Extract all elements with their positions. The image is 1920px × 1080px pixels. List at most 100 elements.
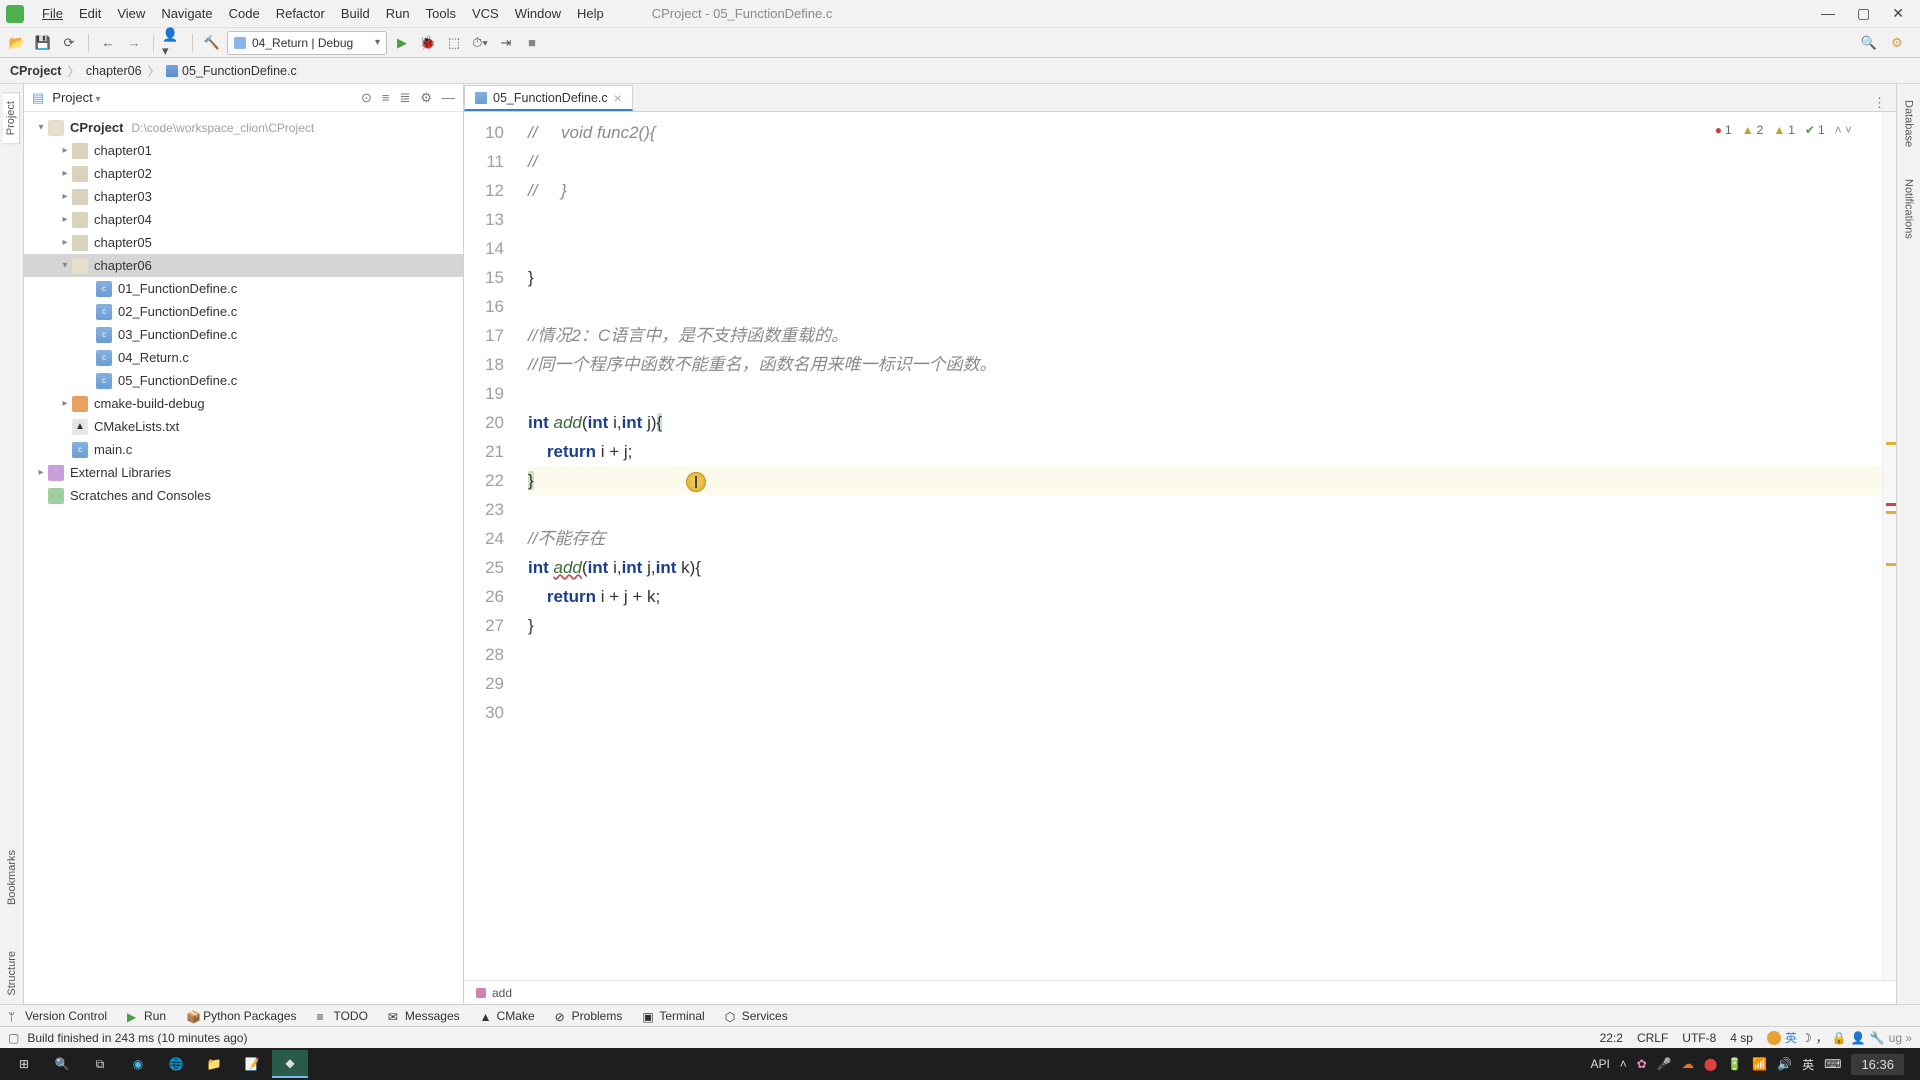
gutter[interactable]: 1011121314151617181920212223242526272829… <box>464 112 518 980</box>
crumb-file[interactable]: 05_FunctionDefine.c <box>166 64 297 78</box>
project-view-selector[interactable]: Project <box>52 90 100 105</box>
coverage-icon[interactable]: ⬚ <box>443 32 465 54</box>
attach-icon[interactable]: ⇥ <box>495 32 517 54</box>
open-icon[interactable]: 📂 <box>6 32 28 54</box>
menu-help[interactable]: Help <box>569 3 612 24</box>
menu-vcs[interactable]: VCS <box>464 3 507 24</box>
close-button[interactable]: ✕ <box>1892 5 1904 22</box>
bookmarks-tool-tab[interactable]: Bookmarks <box>4 842 20 913</box>
indent-setting[interactable]: 4 sp <box>1730 1031 1753 1045</box>
notifications-tool-tab[interactable]: Notifications <box>1901 171 1917 247</box>
explorer-icon[interactable]: 📁 <box>196 1050 232 1078</box>
menu-build[interactable]: Build <box>333 3 378 24</box>
editor-breadcrumb[interactable]: add <box>464 980 1896 1004</box>
select-opened-icon[interactable]: ⊙ <box>361 90 372 106</box>
search-icon[interactable]: 🔍 <box>1858 32 1880 54</box>
hide-icon[interactable]: — <box>442 90 455 106</box>
tray-cloud-icon[interactable]: ☁ <box>1682 1057 1694 1071</box>
clion-icon[interactable]: ◆ <box>272 1050 308 1078</box>
tray-battery-icon[interactable]: 🔋 <box>1727 1057 1742 1071</box>
minimize-button[interactable]: — <box>1821 5 1835 22</box>
run-button[interactable]: ▶ <box>391 32 413 54</box>
project-tree[interactable]: ▾CProjectD:\code\workspace_clion\CProjec… <box>24 112 463 1004</box>
menu-view[interactable]: View <box>109 3 153 24</box>
tree-file[interactable]: c04_Return.c <box>24 346 463 369</box>
comma-icon[interactable]: ， <box>1816 1029 1828 1046</box>
menu-refactor[interactable]: Refactor <box>268 3 333 24</box>
crumb-folder[interactable]: chapter06 <box>86 64 142 78</box>
code-area[interactable]: 1011121314151617181920212223242526272829… <box>464 112 1896 980</box>
tray-volume-icon[interactable]: 🔊 <box>1777 1057 1792 1071</box>
project-tool-tab[interactable]: Project <box>3 92 20 144</box>
line-separator[interactable]: CRLF <box>1637 1031 1668 1045</box>
tree-ext-libs[interactable]: ▸External Libraries <box>24 461 463 484</box>
profile-icon[interactable]: ⏱▾ <box>469 32 491 54</box>
sync-icon[interactable]: ⟳ <box>58 32 80 54</box>
tree-file[interactable]: c05_FunctionDefine.c <box>24 369 463 392</box>
taskbar-clock[interactable]: 16:36 <box>1851 1054 1904 1075</box>
tree-folder[interactable]: ▸chapter04 <box>24 208 463 231</box>
editor-tabs-menu-icon[interactable]: ⋮ <box>1863 95 1896 111</box>
tree-folder[interactable]: ▸chapter02 <box>24 162 463 185</box>
tree-file[interactable]: c01_FunctionDefine.c <box>24 277 463 300</box>
debug-button[interactable]: 🐞 <box>417 32 439 54</box>
tree-scratches[interactable]: Scratches and Consoles <box>24 484 463 507</box>
tree-file[interactable]: c02_FunctionDefine.c <box>24 300 463 323</box>
tray-keyboard-icon[interactable]: ⌨ <box>1824 1057 1841 1071</box>
hammer-icon[interactable]: 🔨 <box>201 32 223 54</box>
tw-terminal[interactable]: ▣Terminal <box>642 1009 704 1023</box>
tray-ime-icon[interactable]: 英 <box>1802 1056 1814 1073</box>
menu-file[interactable]: File <box>34 3 71 24</box>
memory-indicator-icon[interactable] <box>1767 1031 1781 1045</box>
stop-button[interactable]: ■ <box>521 32 543 54</box>
error-stripe[interactable] <box>1882 112 1896 980</box>
moon-icon[interactable]: ☽ <box>1801 1031 1812 1045</box>
expand-inspections-icon[interactable]: ˄ ˅ <box>1835 116 1852 145</box>
person-icon[interactable]: 👤 <box>1851 1031 1866 1045</box>
tw-run[interactable]: ▶Run <box>127 1009 166 1023</box>
database-tool-tab[interactable]: Database <box>1901 92 1917 155</box>
tray-shield-icon[interactable]: ⬤ <box>1704 1057 1717 1071</box>
editor-tab[interactable]: 05_FunctionDefine.c × <box>464 85 633 111</box>
ide-settings-icon[interactable]: ⚙ <box>1886 32 1908 54</box>
lock-icon[interactable]: 🔒 <box>1832 1031 1847 1045</box>
tray-pink-icon[interactable]: ✿ <box>1637 1057 1647 1071</box>
tool-window-toggle-icon[interactable]: ▢ <box>8 1031 19 1045</box>
menu-navigate[interactable]: Navigate <box>153 3 220 24</box>
code-content[interactable]: // void func2(){//// }}//情况2：C语言中，是不支持函数… <box>518 112 1896 980</box>
tw-problems[interactable]: ⊘Problems <box>555 1009 623 1023</box>
menu-edit[interactable]: Edit <box>71 3 109 24</box>
tw-todo[interactable]: ≡TODO <box>316 1009 367 1023</box>
tree-folder-open[interactable]: ▾chapter06 <box>24 254 463 277</box>
menu-tools[interactable]: Tools <box>418 3 464 24</box>
search-button[interactable]: 🔍 <box>44 1050 80 1078</box>
caret-position[interactable]: 22:2 <box>1600 1031 1623 1045</box>
close-tab-icon[interactable]: × <box>614 90 622 106</box>
tw-python[interactable]: 📦Python Packages <box>186 1009 296 1023</box>
tw-services[interactable]: ⬡Services <box>725 1009 788 1023</box>
tray-mic-icon[interactable]: 🎤 <box>1657 1057 1672 1071</box>
tree-root[interactable]: ▾CProjectD:\code\workspace_clion\CProjec… <box>24 116 463 139</box>
collapse-all-icon[interactable]: ≣ <box>399 90 410 106</box>
tree-file[interactable]: cmain.c <box>24 438 463 461</box>
tray-chevron-icon[interactable]: ˄ <box>1620 1057 1627 1071</box>
notepad-icon[interactable]: 📝 <box>234 1050 270 1078</box>
start-button[interactable]: ⊞ <box>6 1050 42 1078</box>
inspection-indicators[interactable]: ●1 ▲2 ▲1 ✔1 ˄ ˅ <box>1715 116 1852 145</box>
chrome-icon[interactable]: 🌐 <box>158 1050 194 1078</box>
menu-run[interactable]: Run <box>378 3 418 24</box>
tw-cmake[interactable]: ▲CMake <box>480 1009 535 1023</box>
crumb-root[interactable]: CProject <box>10 64 61 78</box>
settings-icon[interactable]: ⚙ <box>420 90 432 106</box>
tray-wifi-icon[interactable]: 📶 <box>1752 1057 1767 1071</box>
tree-folder[interactable]: ▸cmake-build-debug <box>24 392 463 415</box>
task-view-button[interactable]: ⧉ <box>82 1050 118 1078</box>
tree-folder[interactable]: ▸chapter01 <box>24 139 463 162</box>
forward-button[interactable]: → <box>123 32 145 54</box>
tw-vcs[interactable]: ᛘVersion Control <box>8 1009 107 1023</box>
save-icon[interactable]: 💾 <box>32 32 54 54</box>
ime-indicator[interactable]: 英 <box>1785 1029 1797 1046</box>
menu-code[interactable]: Code <box>221 3 268 24</box>
structure-tool-tab[interactable]: Structure <box>4 943 20 1004</box>
edge-icon[interactable]: ◉ <box>120 1050 156 1078</box>
